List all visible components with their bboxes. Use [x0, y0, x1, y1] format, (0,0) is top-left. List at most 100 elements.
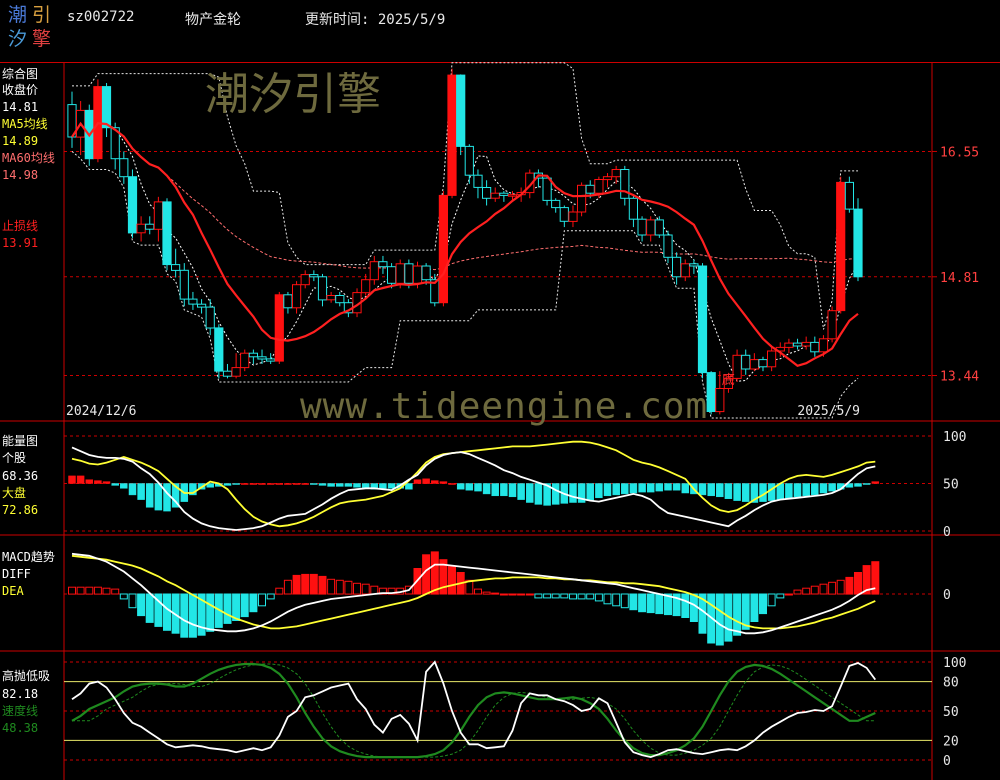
- energy-bar: [638, 483, 646, 493]
- candle-down: [853, 208, 863, 278]
- candle-down: [758, 359, 768, 368]
- macd-bar: [163, 593, 171, 631]
- macd-bar: [793, 589, 802, 595]
- candle-down: [844, 181, 854, 210]
- candle-up: [827, 310, 837, 340]
- candle-down: [119, 158, 129, 178]
- energy-bar: [292, 483, 301, 485]
- candle-down: [499, 192, 509, 196]
- candle-down: [689, 263, 699, 267]
- macd-bar: [569, 593, 577, 600]
- site-watermark: www.tideengine.com: [300, 386, 709, 427]
- candle-up: [715, 388, 725, 413]
- macd-bar: [594, 593, 603, 602]
- candle-down: [266, 358, 276, 362]
- macd-bar: [586, 593, 595, 600]
- candle-up: [447, 74, 457, 196]
- energy-bar: [85, 479, 94, 484]
- candle-up: [749, 359, 759, 370]
- energy-bar: [811, 483, 819, 496]
- energy-bar: [534, 483, 543, 505]
- macd-bar: [689, 593, 698, 622]
- energy-bar: [551, 483, 560, 505]
- macd-bar: [258, 593, 266, 607]
- energy-bar: [741, 483, 750, 502]
- ma60-value: 14.98: [2, 168, 39, 182]
- candle-down: [248, 352, 259, 358]
- candle-down: [697, 265, 708, 374]
- candle-down: [222, 370, 233, 377]
- energy-bar: [793, 483, 802, 498]
- macd-bar: [854, 572, 862, 595]
- energy-bar: [76, 475, 85, 484]
- energy-bar: [301, 483, 309, 485]
- candle-down: [482, 187, 492, 199]
- energy-bar: [353, 483, 361, 488]
- start-date-label: 2024/12/6: [66, 404, 136, 419]
- candle-down: [741, 354, 751, 370]
- energy-bar: [68, 475, 76, 484]
- energy-bar: [491, 483, 499, 497]
- energy-bar: [612, 483, 620, 496]
- energy-bar: [681, 483, 690, 494]
- energy-bar: [767, 483, 776, 501]
- energy-bar: [517, 483, 525, 500]
- candle-down: [559, 207, 569, 222]
- main-panel-title: 综合图: [2, 67, 39, 81]
- macd-bar: [620, 593, 629, 609]
- energy-bar: [672, 483, 681, 491]
- stock-energy-label: 个股: [2, 451, 27, 465]
- candle-down: [706, 372, 716, 413]
- energy-bar: [500, 483, 508, 497]
- macd-bar: [344, 580, 353, 595]
- speed-value: 48.38: [2, 721, 39, 735]
- macd-bar: [370, 585, 379, 595]
- candle-down: [214, 327, 224, 372]
- candle-down: [188, 298, 198, 305]
- market-energy-label: 大盘: [2, 486, 27, 500]
- stoploss-value: 13.91: [2, 236, 39, 250]
- energy-tick-label: 100: [943, 430, 966, 445]
- macd-bar: [137, 593, 146, 617]
- macd-bar: [491, 592, 500, 595]
- candle-down: [179, 269, 189, 300]
- macd-bar: [517, 593, 526, 596]
- candle-up: [240, 352, 250, 369]
- swing-panel-title: 高抛低吸: [2, 669, 51, 683]
- energy-bar: [379, 483, 387, 489]
- candle-up: [361, 279, 371, 294]
- macd-bar: [836, 579, 845, 595]
- energy-bar: [664, 483, 672, 491]
- macd-bar: [111, 588, 120, 595]
- energy-bar: [828, 483, 836, 492]
- energy-bar: [724, 483, 733, 499]
- macd-bar: [638, 593, 647, 613]
- energy-bar: [344, 483, 353, 487]
- candle-down: [585, 184, 595, 194]
- candle-up: [784, 342, 794, 348]
- macd-bar: [249, 593, 258, 613]
- macd-bar: [759, 593, 767, 615]
- swing-tick-label: 80: [943, 676, 959, 691]
- candle-up: [231, 367, 241, 377]
- energy-bar: [629, 483, 638, 494]
- macd-bar: [145, 593, 154, 623]
- energy-bar: [716, 483, 724, 498]
- macd-bar: [733, 593, 742, 636]
- macd-bar: [318, 575, 327, 595]
- candle-up: [507, 194, 518, 197]
- energy-bar: [405, 483, 413, 490]
- candle-up: [300, 274, 310, 286]
- energy-bar: [862, 483, 871, 485]
- energy-bar: [422, 478, 430, 484]
- macd-bar: [482, 591, 491, 595]
- energy-bar: [465, 483, 474, 491]
- candle-up: [136, 223, 146, 234]
- energy-bar: [431, 480, 439, 484]
- candle-up: [395, 263, 405, 284]
- candle-down: [317, 276, 328, 301]
- energy-bar: [154, 483, 163, 511]
- candle-down: [127, 176, 138, 234]
- candle-down: [456, 74, 466, 147]
- candle-up: [412, 265, 423, 284]
